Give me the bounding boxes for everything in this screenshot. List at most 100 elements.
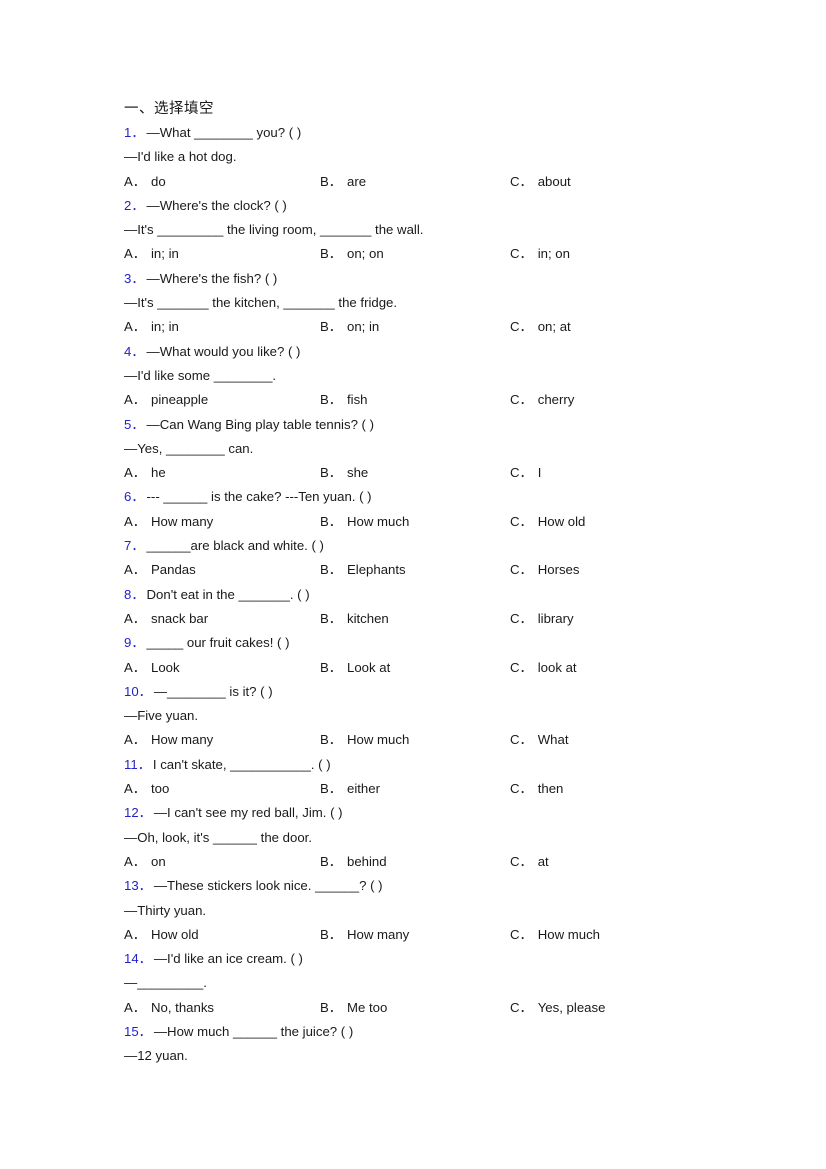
option-a[interactable]: A． How many xyxy=(124,728,213,752)
option-b[interactable]: B． on; in xyxy=(320,315,379,339)
option-b[interactable]: B． How much xyxy=(320,510,409,534)
question-list: 1． —What ________ you? ( ) —I'd like a hot… xyxy=(124,121,764,1069)
option-b[interactable]: B． fish xyxy=(320,388,368,412)
option-b-label: B． xyxy=(320,659,342,675)
option-c[interactable]: C． What xyxy=(510,728,569,752)
worksheet-page: 一、选择填空 1． —What ________ you? ( ) —I'd lik… xyxy=(0,0,826,1169)
option-a-label: A． xyxy=(124,513,146,529)
question-stem: 8． Don't eat in the _______. ( ) xyxy=(124,583,764,607)
option-a-text: Pandas xyxy=(150,562,196,578)
option-a-text: How many xyxy=(150,513,214,529)
option-b[interactable]: B． Me too xyxy=(320,996,387,1020)
option-row: A． How old B． How many C． How much xyxy=(124,923,764,947)
question-text: ______are black and white. ( ) xyxy=(146,538,324,554)
option-a[interactable]: A． How many xyxy=(124,510,213,534)
option-a[interactable]: A． in; in xyxy=(124,315,179,339)
option-c-text: Yes, please xyxy=(537,999,606,1015)
option-b[interactable]: B． How much xyxy=(320,728,409,752)
option-a-text: in; in xyxy=(150,319,179,335)
option-c[interactable]: C． How old xyxy=(510,510,585,534)
option-c[interactable]: C． Horses xyxy=(510,558,580,582)
option-b-text: are xyxy=(346,173,367,189)
question-stem: 11． I can't skate, ___________. ( ) xyxy=(124,753,764,777)
option-b[interactable]: B． behind xyxy=(320,850,387,874)
option-c[interactable]: C． at xyxy=(510,850,549,874)
question-number: 15． xyxy=(124,1023,152,1039)
option-b-text: kitchen xyxy=(346,610,389,626)
option-c[interactable]: C． on; at xyxy=(510,315,571,339)
option-c-label: C． xyxy=(510,781,533,797)
option-b-label: B． xyxy=(320,781,342,797)
option-b[interactable]: B． are xyxy=(320,170,366,194)
question-text: —I'd like an ice cream. ( ) xyxy=(153,951,303,967)
option-b[interactable]: B． How many xyxy=(320,923,409,947)
option-a-label: A． xyxy=(124,732,146,748)
option-b[interactable]: B． Look at xyxy=(320,656,390,680)
option-a-label: A． xyxy=(124,465,146,481)
question-continuation: —Yes, ________ can. xyxy=(124,440,254,456)
option-a[interactable]: A． do xyxy=(124,170,166,194)
option-c[interactable]: C． Yes, please xyxy=(510,996,605,1020)
question-item: 1． —What ________ you? ( ) —I'd like a hot… xyxy=(124,121,764,194)
option-a[interactable]: A． How old xyxy=(124,923,199,947)
question-number: 3． xyxy=(124,270,145,286)
question-number: 9． xyxy=(124,635,145,651)
option-row: A． do B． are C． about xyxy=(124,170,764,194)
option-c[interactable]: C． about xyxy=(510,170,571,194)
question-continuation: —12 yuan. xyxy=(124,1048,188,1064)
option-a[interactable]: A． Pandas xyxy=(124,558,196,582)
option-a-text: How many xyxy=(150,732,214,748)
option-a[interactable]: A． on xyxy=(124,850,166,874)
question-item: 10． —________ is it? ( ) —Five yuan. A． How … xyxy=(124,680,764,753)
option-a[interactable]: A． pineapple xyxy=(124,388,208,412)
option-c-text: library xyxy=(537,610,574,626)
option-row: A． in; in B． on; in C． on; at xyxy=(124,315,764,339)
question-number: 12． xyxy=(124,805,152,821)
option-c[interactable]: C． look at xyxy=(510,656,577,680)
option-row: A． on B． behind C． at xyxy=(124,850,764,874)
question-stem: 15． —How much ______ the juice? ( ) xyxy=(124,1020,764,1044)
option-b-label: B． xyxy=(320,732,342,748)
option-c[interactable]: C． library xyxy=(510,607,574,631)
option-c-text: How much xyxy=(537,926,601,942)
option-c-label: C． xyxy=(510,246,533,262)
option-b[interactable]: B． she xyxy=(320,461,368,485)
question-item: 2． —Where's the clock? ( ) —It's _________… xyxy=(124,194,764,267)
option-a-text: How old xyxy=(150,926,199,942)
question-item: 5． —Can Wang Bing play table tennis? ( ) —… xyxy=(124,413,764,486)
option-a[interactable]: A． too xyxy=(124,777,169,801)
option-a[interactable]: A． Look xyxy=(124,656,180,680)
option-b[interactable]: B． Elephants xyxy=(320,558,406,582)
option-c[interactable]: C． How much xyxy=(510,923,600,947)
option-b-label: B． xyxy=(320,853,342,869)
option-a[interactable]: A． snack bar xyxy=(124,607,208,631)
question-stem: 14． —I'd like an ice cream. ( ) xyxy=(124,947,764,971)
option-c[interactable]: C． cherry xyxy=(510,388,574,412)
option-c[interactable]: C． then xyxy=(510,777,563,801)
question-number: 6． xyxy=(124,489,145,505)
option-b-text: fish xyxy=(346,392,368,408)
option-c-label: C． xyxy=(510,732,533,748)
option-a[interactable]: A． No, thanks xyxy=(124,996,214,1020)
option-a-label: A． xyxy=(124,562,146,578)
option-a[interactable]: A． in; in xyxy=(124,242,179,266)
question-item: 9． _____ our fruit cakes! ( ) A． Look B． Look… xyxy=(124,631,764,680)
option-a-text: do xyxy=(150,173,166,189)
option-c[interactable]: C． I xyxy=(510,461,541,485)
option-b-label: B． xyxy=(320,465,342,481)
option-row: A． Look B． Look at C． look at xyxy=(124,656,764,680)
option-b[interactable]: B． either xyxy=(320,777,380,801)
option-a[interactable]: A． he xyxy=(124,461,166,485)
option-b[interactable]: B． on; on xyxy=(320,242,384,266)
option-row: A． snack bar B． kitchen C． library xyxy=(124,607,764,631)
question-number: 10． xyxy=(124,683,152,699)
option-c[interactable]: C． in; on xyxy=(510,242,570,266)
question-item: 3． —Where's the fish? ( ) —It's _______ th… xyxy=(124,267,764,340)
option-b[interactable]: B． kitchen xyxy=(320,607,389,631)
option-b-label: B． xyxy=(320,610,342,626)
question-stem: 10． —________ is it? ( ) xyxy=(124,680,764,704)
option-c-text: How old xyxy=(537,513,586,529)
question-item: 6． --- ______ is the cake? ---Ten yuan. (… xyxy=(124,485,764,534)
option-a-label: A． xyxy=(124,781,146,797)
option-c-text: on; at xyxy=(537,319,571,335)
